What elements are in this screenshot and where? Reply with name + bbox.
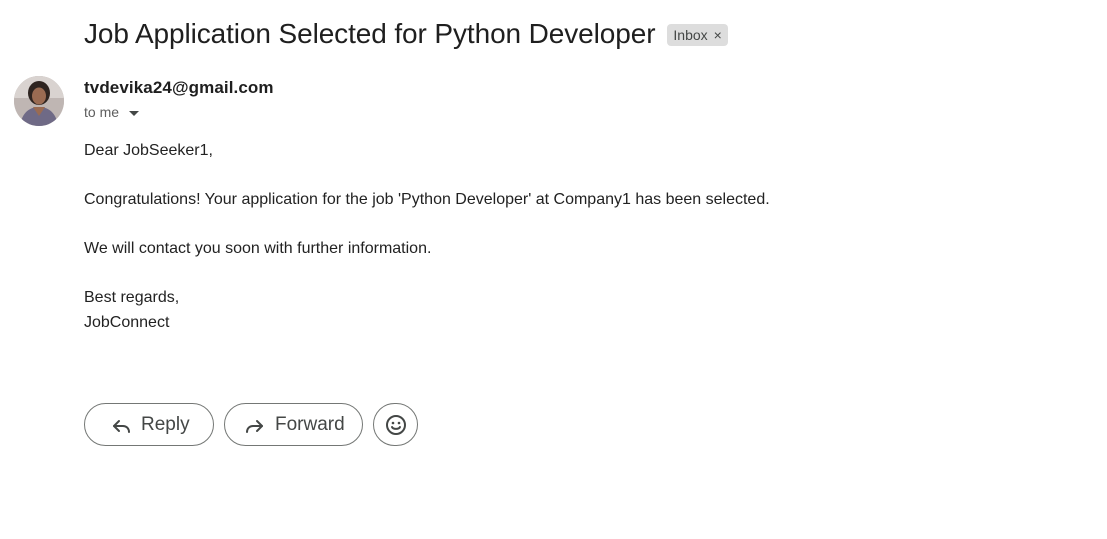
inbox-label-chip[interactable]: Inbox × (667, 23, 728, 46)
reply-icon (109, 413, 133, 437)
sender-address[interactable]: tvdevika24@gmail.com (84, 78, 274, 98)
inbox-label-text: Inbox (673, 26, 708, 43)
body-signoff: Best regards, (84, 289, 180, 306)
reply-button[interactable]: Reply (84, 403, 214, 446)
forward-icon (243, 413, 267, 437)
remove-label-icon[interactable]: × (714, 27, 722, 43)
avatar-image (14, 76, 64, 126)
body-line-congratulations: Congratulations! Your application for th… (84, 191, 770, 208)
reply-label: Reply (141, 413, 190, 435)
emoji-reaction-icon (384, 413, 408, 437)
forward-button[interactable]: Forward (224, 403, 363, 446)
email-subject: Job Application Selected for Python Deve… (84, 18, 656, 49)
recipient-details-dropdown-icon[interactable] (129, 110, 140, 116)
sender-avatar[interactable] (14, 76, 64, 126)
forward-label: Forward (275, 413, 345, 435)
body-line-contact: We will contact you soon with further in… (84, 240, 432, 257)
recipient-row: to me (84, 104, 140, 120)
email-body: Dear JobSeeker1, Congratulations! Your a… (84, 139, 770, 335)
emoji-reaction-button[interactable] (373, 403, 418, 446)
email-actions: Reply Forward (84, 403, 418, 446)
body-greeting: Dear JobSeeker1, (84, 142, 213, 159)
subject-row: Job Application Selected for Python Deve… (84, 14, 728, 54)
recipient-text: to me (84, 104, 120, 120)
body-signature: JobConnect (84, 313, 170, 331)
